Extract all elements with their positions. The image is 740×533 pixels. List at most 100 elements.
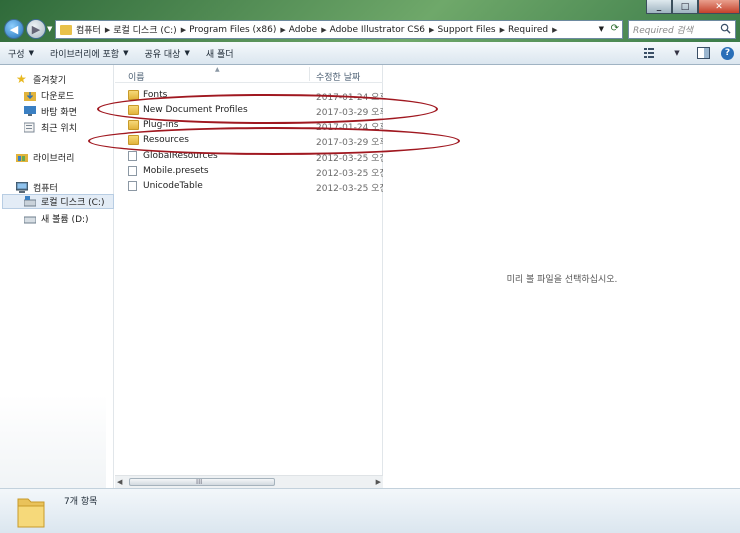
nav-label: 최근 위치 [41, 124, 77, 134]
caption-buttons: _ □ ✕ [646, 0, 740, 14]
breadcrumb-label: Adobe Illustrator CS6 [329, 24, 426, 35]
file-icon [128, 181, 137, 191]
chevron-down-icon: ▼ [28, 49, 34, 57]
nav-item-recent[interactable]: 최근 위치 [24, 121, 77, 134]
preview-pane-icon [696, 47, 710, 59]
view-options-button[interactable] [643, 45, 659, 61]
file-date: 2017-01-24 오후 [316, 93, 383, 103]
file-date: 2012-03-25 오전 [316, 169, 383, 179]
command-bar: 구성 ▼ 라이브러리에 포함 ▼ 공유 대상 ▼ 새 폴더 ▼ ? [0, 42, 740, 65]
file-name: Mobile.presets [143, 166, 209, 176]
details-pane: 7개 항목 [0, 488, 740, 533]
drive-icon [24, 196, 36, 207]
file-date: 2017-03-29 오후 [316, 108, 383, 118]
nav-pane-bottom [0, 395, 106, 488]
computer-icon [16, 182, 28, 193]
chevron-right-icon[interactable]: ▶ [429, 26, 434, 34]
toolbar-right: ▼ ? [643, 45, 734, 61]
recent-pages-dropdown[interactable]: ▼ [47, 25, 52, 33]
file-icon [128, 151, 137, 161]
file-name: Fonts [143, 90, 168, 100]
view-dropdown[interactable]: ▼ [669, 45, 685, 61]
file-list[interactable]: ▲ 이름 수정한 날짜 Fonts 2017-01-24 오후 New Docu… [115, 65, 383, 488]
preview-message: 미리 볼 파일을 선택하십시오. [506, 275, 618, 285]
file-name: GlobalResources [143, 151, 218, 161]
column-divider[interactable] [309, 67, 310, 81]
horizontal-scrollbar[interactable]: ◀ III ▶ [115, 475, 383, 488]
navigation-pane[interactable]: ★ 즐겨찾기 다운로드 바탕 화면 최근 위치 라이브러리 컴퓨터 로컬 디스크… [0, 65, 114, 488]
include-in-library-button[interactable]: 라이브러리에 포함 ▼ [42, 42, 137, 64]
search-input[interactable]: Required 검색 [628, 20, 736, 39]
folder-icon [128, 90, 139, 100]
share-with-label: 공유 대상 [144, 49, 181, 60]
close-button[interactable]: ✕ [698, 0, 740, 14]
table-row[interactable]: New Document Profiles 2017-03-29 오후 [115, 103, 383, 118]
chevron-down-icon[interactable]: ▼ [599, 25, 604, 33]
forward-button[interactable]: ▶ [26, 19, 46, 39]
chevron-right-icon[interactable]: ▶ [552, 26, 557, 34]
chevron-right-icon[interactable]: ▶ [500, 26, 505, 34]
nav-item-libraries[interactable]: 라이브러리 [16, 151, 74, 164]
nav-item-local-disk[interactable]: 로컬 디스크 (C:) [2, 194, 114, 209]
chevron-down-icon: ▼ [184, 49, 190, 57]
folder-icon [17, 498, 45, 528]
share-with-button[interactable]: 공유 대상 ▼ [136, 42, 197, 64]
table-row[interactable]: Mobile.presets 2012-03-25 오전 [115, 164, 383, 179]
nav-item-computer[interactable]: 컴퓨터 [16, 181, 58, 194]
table-row[interactable]: Resources 2017-03-29 오후 [115, 133, 383, 148]
table-row[interactable]: UnicodeTable 2012-03-25 오전 [115, 179, 383, 194]
scroll-left-icon[interactable]: ◀ [117, 478, 122, 486]
chevron-right-icon[interactable]: ▶ [280, 26, 285, 34]
scroll-right-icon[interactable]: ▶ [376, 478, 381, 486]
breadcrumb-item[interactable]: Support Files ▶ [437, 25, 505, 35]
nav-label: 로컬 디스크 (C:) [41, 198, 105, 208]
search-icon[interactable] [720, 23, 731, 34]
chevron-down-icon: ▼ [123, 49, 129, 57]
include-library-label: 라이브러리에 포함 [49, 49, 120, 60]
breadcrumb-item[interactable]: 컴퓨터 ▶ [76, 23, 110, 37]
sort-up-icon: ▲ [215, 66, 220, 73]
column-header: ▲ 이름 수정한 날짜 [115, 65, 383, 83]
minimize-button[interactable]: _ [646, 0, 672, 14]
breadcrumb-label: Support Files [437, 24, 496, 35]
chevron-right-icon[interactable]: ▶ [321, 26, 326, 34]
breadcrumb-item[interactable]: 로컬 디스크 (C:) ▶ [113, 23, 186, 37]
nav-item-new-volume[interactable]: 새 볼륨 (D:) [24, 212, 89, 225]
scrollbar-thumb[interactable]: III [129, 478, 275, 486]
organize-button[interactable]: 구성 ▼ [0, 42, 42, 64]
breadcrumb-label: Required [508, 24, 549, 35]
chevron-right-icon[interactable]: ▶ [181, 26, 186, 34]
preview-pane-button[interactable] [695, 45, 711, 61]
nav-item-downloads[interactable]: 다운로드 [24, 89, 74, 102]
table-row[interactable]: GlobalResources 2012-03-25 오전 [115, 149, 383, 164]
breadcrumb-item[interactable]: Adobe Illustrator CS6 ▶ [330, 25, 435, 35]
breadcrumb-item[interactable]: Required ▶ [508, 25, 557, 35]
column-date-header[interactable]: 수정한 날짜 [316, 70, 360, 83]
help-icon[interactable]: ? [721, 46, 734, 60]
nav-label: 다운로드 [41, 92, 75, 102]
folder-icon [60, 24, 72, 35]
file-name: Plug-ins [143, 120, 179, 130]
back-button[interactable]: ◀ [4, 19, 24, 39]
new-folder-button[interactable]: 새 폴더 [198, 42, 242, 64]
address-bar[interactable]: 컴퓨터 ▶ 로컬 디스크 (C:) ▶ Program Files (x86) ▶ A… [55, 20, 623, 39]
maximize-button[interactable]: □ [672, 0, 698, 14]
file-name: Resources [143, 135, 189, 145]
nav-item-favorites[interactable]: ★ 즐겨찾기 [16, 73, 66, 86]
breadcrumb-item[interactable]: Program Files (x86) ▶ [189, 25, 286, 35]
chevron-down-icon: ▼ [674, 49, 680, 57]
column-name-header[interactable]: 이름 [128, 70, 145, 83]
explorer-window: _ □ ✕ ◀ ▶ ▼ 컴퓨터 ▶ 로컬 디스크 (C:) ▶ Program Fi… [0, 0, 740, 533]
download-folder-icon [24, 92, 36, 101]
chevron-right-icon[interactable]: ▶ [105, 26, 110, 34]
table-row[interactable]: Fonts 2017-01-24 오후 [115, 88, 383, 103]
nav-item-desktop[interactable]: 바탕 화면 [24, 105, 77, 118]
item-count: 7개 항목 [64, 497, 98, 507]
breadcrumb-item[interactable]: Adobe ▶ [289, 25, 327, 35]
drive-icon [24, 216, 36, 224]
view-list-icon [644, 48, 654, 58]
refresh-icon[interactable]: ⟳ [611, 23, 619, 34]
table-row[interactable]: Plug-ins 2017-01-24 오후 [115, 118, 383, 133]
grip-icon: III [196, 478, 203, 486]
breadcrumb-label: Adobe [288, 24, 318, 35]
